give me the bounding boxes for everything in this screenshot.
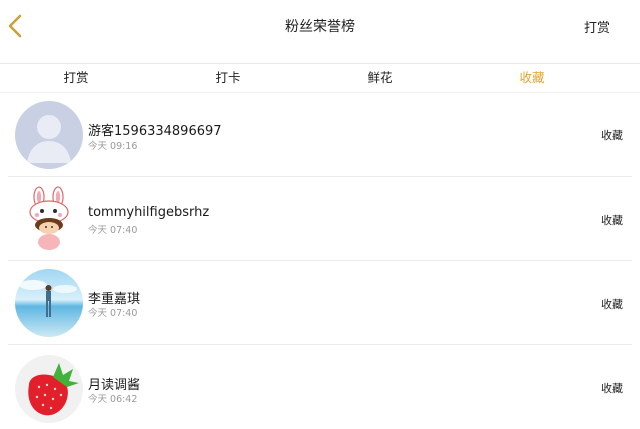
category-tabs: 打赏 打卡 鲜花 收藏	[0, 64, 640, 92]
favorite-label: 收藏	[601, 298, 623, 311]
tab-favorites[interactable]: 收藏	[456, 64, 608, 92]
fan-time: 今天 09:16	[88, 141, 138, 152]
avatar[interactable]	[15, 101, 83, 169]
reward-button[interactable]: 打赏	[584, 17, 610, 36]
fan-time: 今天 07:40	[88, 225, 138, 236]
list-item[interactable]: 李重嘉琪 今天 07:40 收藏	[0, 261, 640, 345]
fan-name: tommyhilfigebsrhz	[88, 205, 210, 220]
tab-flowers[interactable]: 鲜花	[304, 64, 456, 92]
list-item[interactable]: 月读调酱 今天 06:42 收藏	[0, 345, 640, 429]
default-user-avatar-icon	[15, 101, 83, 169]
bunny-hat-cartoon-avatar-icon	[15, 185, 83, 253]
page-title: 粉丝荣誉榜	[285, 19, 355, 35]
favorite-label: 收藏	[601, 382, 623, 395]
avatar[interactable]	[15, 269, 83, 337]
list-item[interactable]: tommyhilfigebsrhz 今天 07:40 收藏	[0, 177, 640, 261]
fan-name: 游客1596334896697	[88, 124, 222, 139]
beach-photo-avatar-icon	[15, 269, 83, 337]
tab-checkin[interactable]: 打卡	[152, 64, 304, 92]
list-item[interactable]: 游客1596334896697 今天 09:16 收藏	[0, 93, 640, 177]
favorite-label: 收藏	[601, 214, 623, 227]
strawberry-avatar-icon	[15, 355, 83, 423]
fan-time: 今天 07:40	[88, 308, 138, 319]
favorite-label: 收藏	[601, 129, 623, 142]
tab-reward[interactable]: 打赏	[0, 64, 152, 92]
avatar[interactable]	[15, 355, 83, 423]
top-navigation-bar: 粉丝荣誉榜 打赏	[0, 0, 640, 54]
avatar[interactable]	[15, 185, 83, 253]
fan-time: 今天 06:42	[88, 394, 138, 405]
